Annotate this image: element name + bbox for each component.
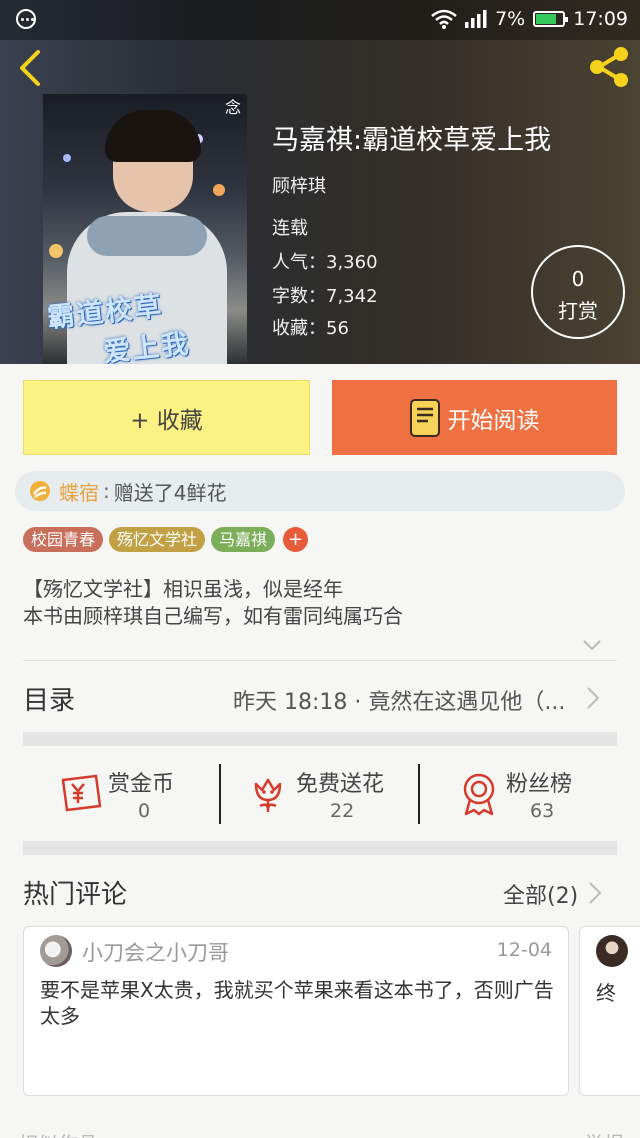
flower-gift-icon xyxy=(254,778,282,812)
start-reading-button[interactable]: 开始阅读 xyxy=(332,380,617,455)
status-bar: 7% 17:09 xyxy=(0,0,640,38)
comment-text: 要不是苹果X太贵，我就买个苹果来看这本书了，否则广告太多 xyxy=(40,978,554,1028)
reward-label: 打赏 xyxy=(558,299,598,323)
catalog-title[interactable]: 目录 xyxy=(23,680,75,717)
catalog-latest-chapter[interactable]: 昨天 18:18 · 竟然在这遇见他（... xyxy=(233,684,573,716)
clock: 17:09 xyxy=(573,8,628,30)
tag-list: 校园青春 殇忆文学社 马嘉祺 + xyxy=(23,527,309,552)
stat-separator xyxy=(219,764,221,824)
report-link[interactable]: 举报 xyxy=(584,1128,624,1138)
expand-chevron-icon[interactable] xyxy=(582,638,602,652)
similar-works-label[interactable]: 相似作品 xyxy=(18,1128,98,1138)
book-header: 7% 17:09 念 霸道校草 爱上我 马嘉祺:霸道校草爱上我 顾梓琪 连载 人… xyxy=(0,0,640,364)
tag-literary-club[interactable]: 殇忆文学社 xyxy=(109,527,206,552)
gift-separator: : xyxy=(103,479,110,503)
red-envelope-icon xyxy=(61,774,102,812)
share-icon xyxy=(590,47,628,87)
share-button[interactable] xyxy=(586,44,632,90)
back-button[interactable] xyxy=(12,46,52,90)
all-comments-link[interactable]: 全部(2) xyxy=(503,878,578,910)
fan-ranking-value: 63 xyxy=(530,800,555,822)
gift-text: 赠送了4鲜花 xyxy=(113,480,227,505)
book-intro[interactable]: 【殇忆文学社】相识虽浅，似是经年 本书由顾梓琪自己编写，如有雷同纯属巧合 xyxy=(23,576,403,630)
book-title: 马嘉祺:霸道校草爱上我 xyxy=(272,125,552,156)
medal-icon xyxy=(463,773,495,816)
coin-reward-label: 赏金币 xyxy=(108,772,175,797)
gift-notice[interactable]: 蝶宿 : 赠送了4鲜花 xyxy=(15,471,625,511)
coin-reward-value: 0 xyxy=(138,800,151,822)
section-divider xyxy=(23,841,617,855)
collect-label: + 收藏 xyxy=(130,407,203,434)
book-word-count: 字数：7,342 xyxy=(272,286,378,307)
signal-icon xyxy=(465,10,487,28)
free-flower-label: 免费送花 xyxy=(296,772,385,797)
intro-line: 【殇忆文学社】相识虽浅，似是经年 xyxy=(23,577,343,601)
book-cover[interactable]: 念 霸道校草 爱上我 xyxy=(43,94,247,364)
collect-button[interactable]: + 收藏 xyxy=(23,380,310,455)
book-author[interactable]: 顾梓琪 xyxy=(272,172,326,198)
add-tag-button[interactable]: + xyxy=(283,527,309,552)
divider xyxy=(23,660,617,661)
free-flower-value: 22 xyxy=(330,800,355,822)
tag-campus[interactable]: 校园青春 xyxy=(23,527,104,552)
book-popularity: 人气：3,360 xyxy=(272,252,378,273)
free-flower-stat[interactable]: 免费送花 22 xyxy=(250,762,410,824)
cover-mark: 念 xyxy=(224,98,241,117)
assistant-icon xyxy=(16,9,36,29)
book-favorites: 收藏：56 xyxy=(272,318,349,339)
flower-icon xyxy=(30,481,50,501)
avatar[interactable] xyxy=(596,935,628,967)
gift-user[interactable]: 蝶宿 xyxy=(59,477,99,506)
intro-line: 本书由顾梓琪自己编写，如有雷同纯属巧合 xyxy=(23,604,403,628)
reward-count: 0 xyxy=(571,267,585,291)
stat-separator xyxy=(418,764,420,824)
comment-username[interactable]: 小刀会之小刀哥 xyxy=(82,937,229,967)
comment-text: 终 xyxy=(596,981,616,1005)
start-reading-label: 开始阅读 xyxy=(447,407,540,434)
wifi-icon xyxy=(431,9,457,29)
battery-icon xyxy=(533,11,569,27)
hot-comments-title: 热门评论 xyxy=(23,880,128,910)
comment-card[interactable]: 小刀会之小刀哥 12-04 要不是苹果X太贵，我就买个苹果来看这本书了，否则广告… xyxy=(23,926,569,1096)
book-status: 连载 xyxy=(272,218,308,239)
book-icon xyxy=(409,398,440,437)
chevron-right-icon[interactable] xyxy=(586,686,600,710)
back-arrow-icon xyxy=(20,50,40,86)
fan-ranking-stat[interactable]: 粉丝榜 63 xyxy=(460,762,610,824)
section-divider xyxy=(23,732,617,746)
chevron-right-icon[interactable] xyxy=(588,881,602,905)
tag-ma-jiaqi[interactable]: 马嘉祺 xyxy=(211,527,276,552)
fan-ranking-label: 粉丝榜 xyxy=(506,772,573,797)
battery-percent: 7% xyxy=(495,8,526,30)
comment-card[interactable]: 终 xyxy=(579,926,640,1096)
coin-reward-stat[interactable]: 赏金币 0 xyxy=(60,762,220,824)
reward-button[interactable]: 0 打赏 xyxy=(531,245,625,339)
avatar[interactable] xyxy=(40,935,72,967)
comment-date: 12-04 xyxy=(496,939,552,961)
